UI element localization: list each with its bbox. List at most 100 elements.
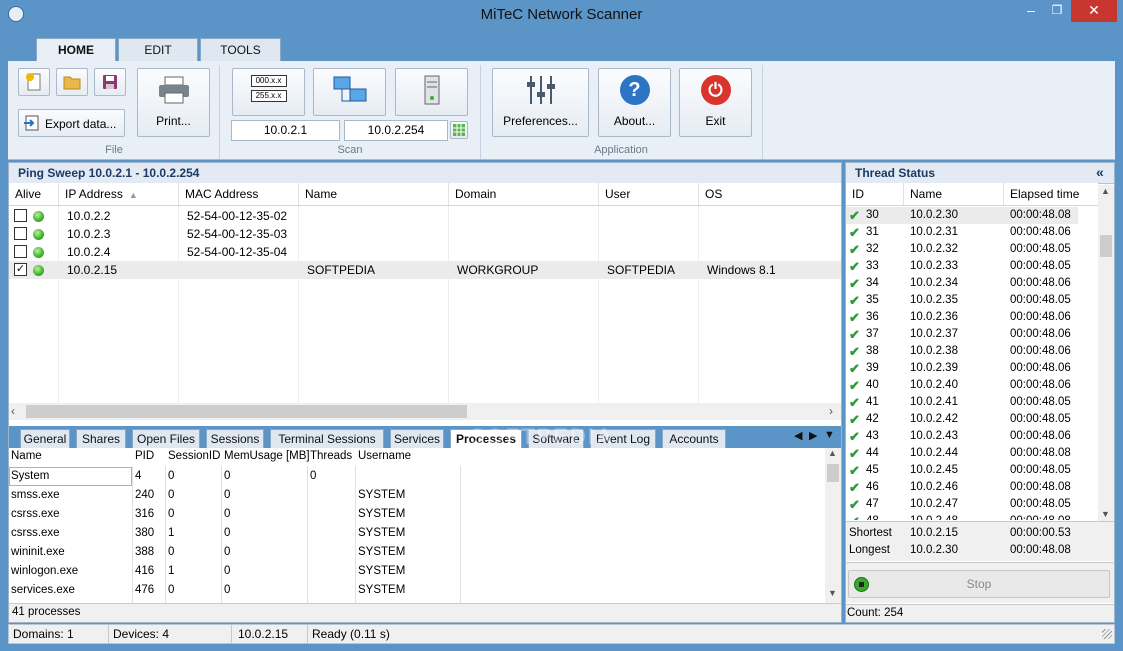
ip-range-end-input[interactable]: 10.0.2.254	[344, 120, 448, 141]
table-row[interactable]: 10.0.2.2 52-54-00-12-35-02	[9, 207, 841, 225]
ip-range-start-input[interactable]: 10.0.2.1	[231, 120, 340, 141]
tab-scroll-right-icon[interactable]: ▶	[809, 429, 817, 442]
stop-button[interactable]: Stop	[848, 570, 1110, 598]
thread-row[interactable]: ✔ 47 10.0.2.47 00:00:48.05	[846, 496, 1078, 513]
proc-col-username[interactable]: Username	[358, 447, 411, 466]
scroll-down-icon[interactable]: ▼	[1101, 509, 1110, 519]
row-checkbox[interactable]	[14, 245, 27, 258]
ip-range-picker-button[interactable]	[450, 121, 468, 139]
about-button[interactable]: ? About...	[598, 68, 671, 137]
table-row[interactable]: smss.exe 240 0 0 SYSTEM	[9, 486, 461, 505]
server-scan-button[interactable]	[395, 68, 468, 116]
thread-row[interactable]: ✔ 48 10.0.2.48 00:00:48.08	[846, 513, 1078, 520]
proc-col-threads[interactable]: Threads	[310, 447, 352, 466]
tab-scroll-left-icon[interactable]: ◀	[794, 429, 802, 442]
table-row[interactable]: services.exe 476 0 0 SYSTEM	[9, 581, 461, 600]
tab-tools[interactable]: TOOLS	[200, 38, 281, 62]
col-os[interactable]: OS	[699, 183, 841, 205]
threads-vertical-scrollbar[interactable]: ▲ ▼	[1098, 185, 1114, 521]
thread-row[interactable]: ✔ 34 10.0.2.34 00:00:48.06	[846, 275, 1078, 292]
thread-row[interactable]: ✔ 43 10.0.2.43 00:00:48.06	[846, 428, 1078, 445]
thread-row[interactable]: ✔ 33 10.0.2.33 00:00:48.05	[846, 258, 1078, 275]
print-button[interactable]: Print...	[137, 68, 210, 137]
scroll-right-icon[interactable]: ›	[829, 404, 833, 418]
scroll-left-icon[interactable]: ‹	[11, 404, 15, 418]
preferences-button[interactable]: Preferences...	[492, 68, 589, 137]
table-row[interactable]: 10.0.2.4 52-54-00-12-35-04	[9, 243, 841, 261]
table-row[interactable]: csrss.exe 316 0 0 SYSTEM	[9, 505, 461, 524]
restore-button[interactable]: ❐	[1044, 0, 1070, 22]
tab-edit[interactable]: EDIT	[118, 38, 198, 62]
exit-button[interactable]: ⏻ Exit	[679, 68, 752, 137]
row-checkbox[interactable]	[14, 209, 27, 222]
scroll-up-icon[interactable]: ▲	[828, 448, 837, 458]
scrollbar-thumb[interactable]	[1100, 235, 1112, 257]
thread-row[interactable]: ✔ 30 10.0.2.30 00:00:48.08	[846, 207, 1078, 224]
table-row[interactable]: ✓ 10.0.2.15 SOFTPEDIA WORKGROUP SOFTPEDI…	[9, 261, 841, 279]
proc-pid-cell: 4	[135, 470, 142, 482]
proc-col-sessionid[interactable]: SessionID	[168, 447, 220, 466]
proc-col-pid[interactable]: PID	[135, 447, 154, 466]
scroll-up-icon[interactable]: ▲	[1101, 186, 1110, 196]
thread-col-elapsed[interactable]: Elapsed time	[1004, 183, 1098, 205]
tab-home[interactable]: HOME	[36, 38, 116, 63]
table-row[interactable]: System 4 0 0 0	[9, 467, 461, 486]
thread-row[interactable]: ✔ 45 10.0.2.45 00:00:48.05	[846, 462, 1078, 479]
col-ip-address[interactable]: IP Address ▲	[59, 183, 179, 205]
subnet-mask-button[interactable]: 000.x.x 255.x.x	[232, 68, 305, 116]
tab-services[interactable]: Services	[390, 429, 444, 448]
scrollbar-thumb[interactable]	[827, 464, 839, 482]
thread-col-name[interactable]: Name	[904, 183, 1004, 205]
col-domain[interactable]: Domain	[449, 183, 599, 205]
col-mac-address[interactable]: MAC Address	[179, 183, 299, 205]
tab-sessions[interactable]: Sessions	[206, 429, 264, 448]
proc-col-memusage[interactable]: MemUsage [MB]	[224, 447, 310, 466]
network-scan-button[interactable]	[313, 68, 386, 116]
thread-row[interactable]: ✔ 32 10.0.2.32 00:00:48.05	[846, 241, 1078, 258]
row-checkbox[interactable]	[14, 227, 27, 240]
tab-shares[interactable]: Shares	[76, 429, 126, 448]
thread-row[interactable]: ✔ 31 10.0.2.31 00:00:48.06	[846, 224, 1078, 241]
thread-row[interactable]: ✔ 46 10.0.2.46 00:00:48.08	[846, 479, 1078, 496]
thread-row[interactable]: ✔ 37 10.0.2.37 00:00:48.06	[846, 326, 1078, 343]
tab-list-dropdown-icon[interactable]: ▼	[824, 429, 835, 441]
exit-label: Exit	[705, 114, 726, 128]
thread-row[interactable]: ✔ 41 10.0.2.41 00:00:48.05	[846, 394, 1078, 411]
row-checkbox[interactable]: ✓	[14, 263, 27, 276]
thread-row[interactable]: ✔ 40 10.0.2.40 00:00:48.06	[846, 377, 1078, 394]
tab-terminal-sessions[interactable]: Terminal Sessions	[270, 429, 384, 448]
col-user[interactable]: User	[599, 183, 699, 205]
table-row[interactable]: winlogon.exe 416 1 0 SYSTEM	[9, 562, 461, 581]
minimize-button[interactable]: –	[1018, 0, 1044, 22]
collapse-panel-icon[interactable]: «	[1096, 164, 1104, 180]
table-row[interactable]: wininit.exe 388 0 0 SYSTEM	[9, 543, 461, 562]
tab-general[interactable]: General	[20, 429, 70, 448]
thread-row[interactable]: ✔ 39 10.0.2.39 00:00:48.06	[846, 360, 1078, 377]
thread-id-cell: 34	[866, 277, 879, 289]
close-button[interactable]: ✕	[1071, 0, 1117, 22]
open-button[interactable]	[56, 68, 88, 96]
thread-row[interactable]: ✔ 42 10.0.2.42 00:00:48.05	[846, 411, 1078, 428]
thread-col-id[interactable]: ID	[846, 183, 904, 205]
save-button[interactable]	[94, 68, 126, 96]
horizontal-scrollbar[interactable]: ‹ ›	[9, 403, 841, 420]
thread-id-cell: 47	[866, 498, 879, 510]
export-data-button[interactable]: Export data...	[18, 109, 125, 137]
thread-row[interactable]: ✔ 44 10.0.2.44 00:00:48.08	[846, 445, 1078, 462]
scroll-down-icon[interactable]: ▼	[828, 588, 837, 598]
scrollbar-thumb[interactable]	[26, 405, 467, 418]
thread-row[interactable]: ✔ 36 10.0.2.36 00:00:48.06	[846, 309, 1078, 326]
new-button[interactable]	[18, 68, 50, 96]
table-row[interactable]: csrss.exe 380 1 0 SYSTEM	[9, 524, 461, 543]
processes-vertical-scrollbar[interactable]: ▲ ▼	[825, 448, 841, 603]
tab-open-files[interactable]: Open Files	[132, 429, 200, 448]
header-divider	[846, 205, 1098, 206]
col-alive[interactable]: Alive	[9, 183, 59, 205]
col-name[interactable]: Name	[299, 183, 449, 205]
resize-grip-icon[interactable]	[1102, 629, 1112, 639]
proc-col-name[interactable]: Name	[11, 447, 42, 466]
tab-accounts[interactable]: Accounts	[662, 429, 726, 448]
thread-row[interactable]: ✔ 38 10.0.2.38 00:00:48.06	[846, 343, 1078, 360]
table-row[interactable]: 10.0.2.3 52-54-00-12-35-03	[9, 225, 841, 243]
thread-row[interactable]: ✔ 35 10.0.2.35 00:00:48.05	[846, 292, 1078, 309]
